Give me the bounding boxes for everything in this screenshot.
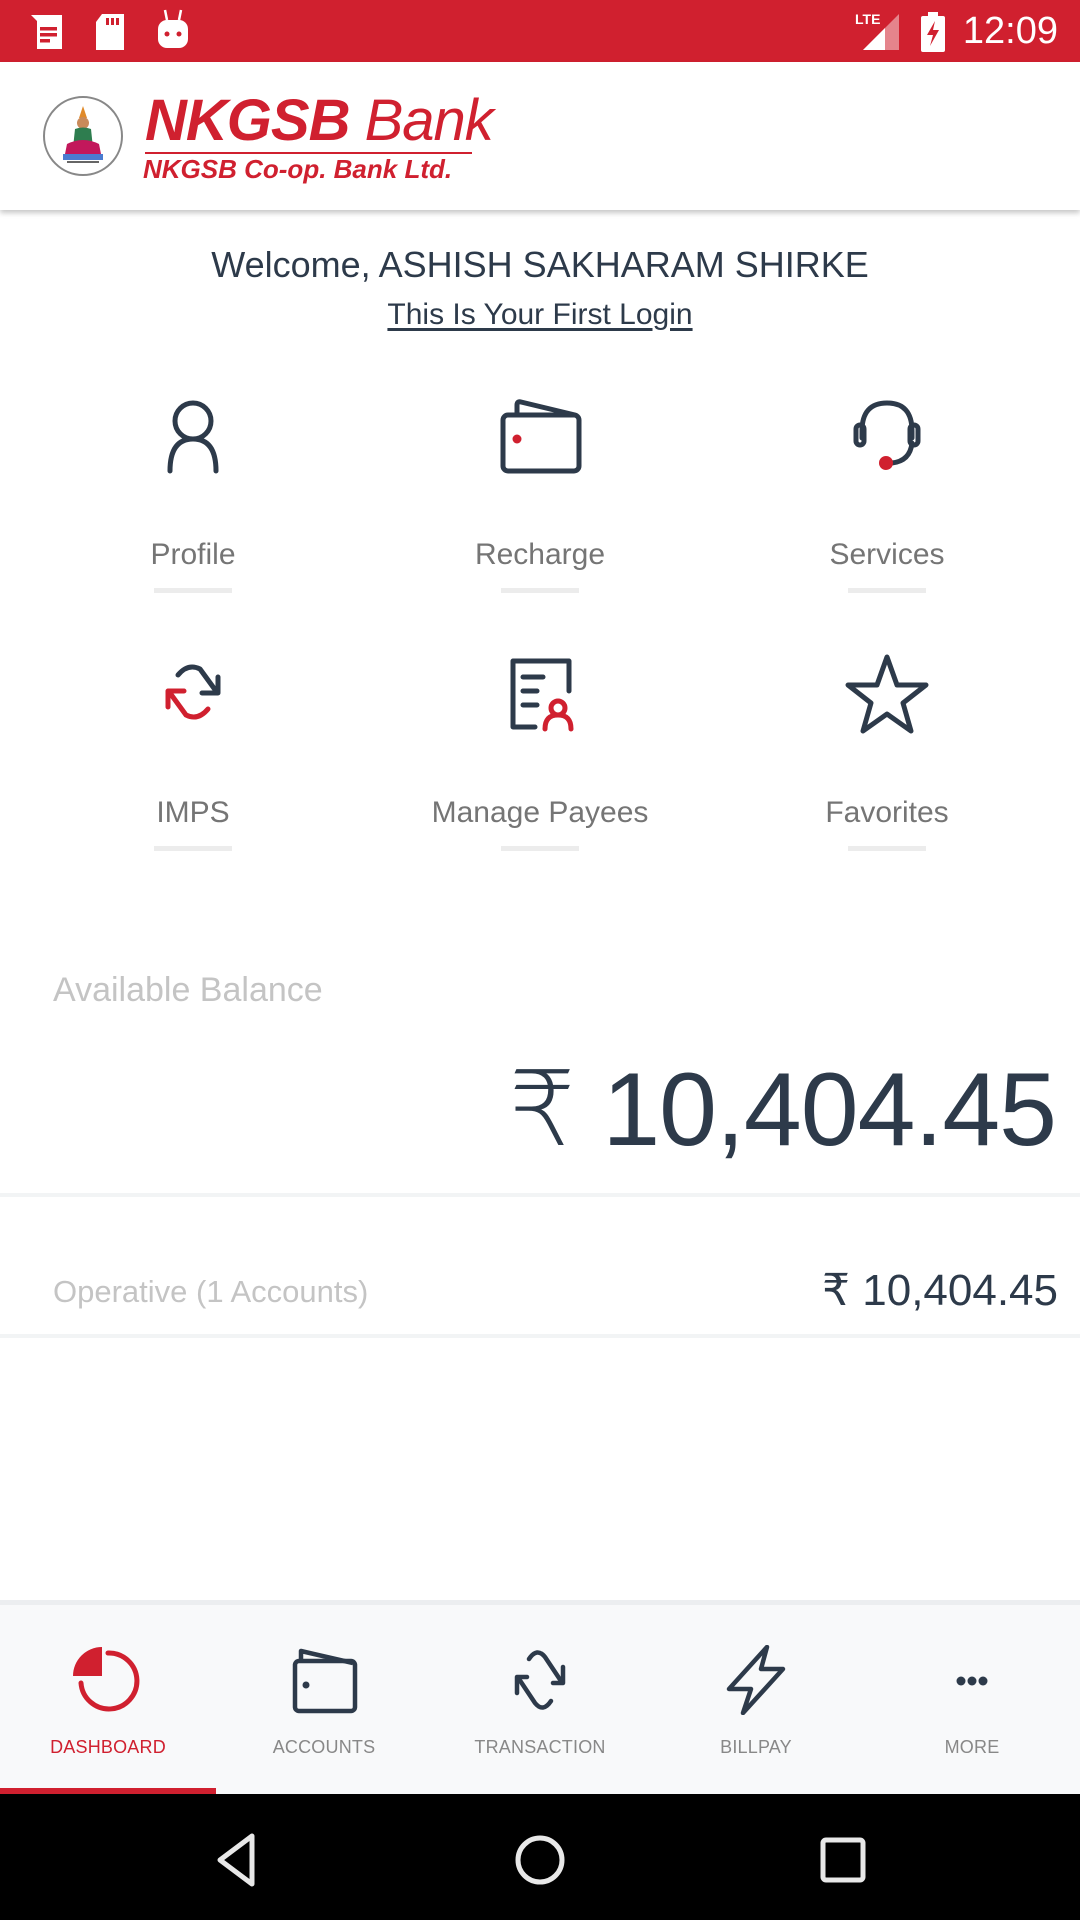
divider [0, 1334, 1080, 1338]
nav-accounts[interactable]: ACCOUNTS [216, 1605, 432, 1794]
status-bar: LTE 12:09 [0, 0, 1080, 62]
wallet-icon [495, 393, 585, 483]
tile-underline [848, 846, 926, 851]
home-icon [515, 1835, 565, 1885]
tile-underline [154, 588, 232, 593]
tile-underline [501, 846, 579, 851]
headset-icon [842, 393, 932, 483]
available-balance-label: Available Balance [53, 971, 323, 1009]
nav-label: MORE [944, 1737, 1000, 1757]
recents-icon [820, 1837, 866, 1883]
app-header: NKGSB Bank NKGSB Co-op. Bank Ltd. [0, 62, 1080, 210]
quick-action-profile[interactable]: Profile [33, 393, 353, 613]
star-icon [842, 651, 932, 741]
brand-subtitle: NKGSB Co-op. Bank Ltd. [143, 154, 453, 184]
back-icon [217, 1833, 255, 1887]
available-balance-amount: ₹ 10,404.45 [509, 1052, 1057, 1168]
back-button[interactable] [208, 1830, 268, 1890]
nav-transaction[interactable]: TRANSACTION [432, 1605, 648, 1794]
divider [0, 1193, 1080, 1197]
svg-text:LTE: LTE [855, 11, 880, 27]
nav-label: TRANSACTION [474, 1737, 606, 1757]
home-button[interactable] [510, 1830, 570, 1890]
quick-action-label: Recharge [474, 538, 606, 571]
brand-title: NKGSB Bank [145, 88, 494, 153]
android-debug-icon [155, 8, 191, 55]
pie-chart-icon [73, 1645, 143, 1715]
tile-underline [848, 588, 926, 593]
welcome-message: Welcome, ASHISH SAKHARAM SHIRKE [211, 244, 869, 285]
sd-card-icon [92, 12, 128, 57]
first-login-link[interactable]: This Is Your First Login [387, 298, 692, 331]
lte-signal-icon: LTE [855, 10, 901, 57]
quick-action-recharge[interactable]: Recharge [380, 393, 700, 613]
messaging-notification-icon [28, 12, 68, 57]
quick-action-label: Services [829, 538, 945, 571]
battery-charging-icon [920, 12, 946, 57]
nav-billpay[interactable]: BILLPAY [648, 1605, 864, 1794]
nav-more[interactable]: MORE [864, 1605, 1080, 1794]
quick-action-label: IMPS [156, 796, 230, 829]
nav-label: DASHBOARD [50, 1737, 166, 1757]
user-icon [148, 393, 238, 483]
operative-accounts-amount[interactable]: ₹ 10,404.45 [822, 1266, 1058, 1316]
quick-action-favorites[interactable]: Favorites [727, 651, 1047, 871]
quick-action-label: Profile [150, 538, 236, 571]
quick-action-imps[interactable]: IMPS [33, 651, 353, 871]
quick-action-label: Favorites [825, 796, 949, 829]
bottom-navigation: DASHBOARD ACCOUNTS TRANSACTION BILLPAY M… [0, 1600, 1080, 1794]
more-dots-icon [937, 1645, 1007, 1715]
quick-action-label: Manage Payees [431, 796, 649, 829]
system-navigation-bar [0, 1794, 1080, 1920]
nav-label: BILLPAY [720, 1737, 792, 1757]
bank-emblem-logo [43, 96, 123, 176]
operative-accounts-label[interactable]: Operative (1 Accounts) [53, 1272, 368, 1312]
quick-action-services[interactable]: Services [727, 393, 1047, 613]
tile-underline [154, 846, 232, 851]
clock: 12:09 [962, 10, 1058, 52]
lightning-icon [721, 1644, 791, 1716]
recents-button[interactable] [813, 1830, 873, 1890]
payee-list-icon [495, 651, 585, 741]
first-login-notice[interactable]: This Is Your First Login [0, 295, 1080, 335]
wallet-icon [289, 1645, 359, 1715]
exchange-icon [148, 651, 238, 741]
nav-dashboard[interactable]: DASHBOARD [0, 1605, 216, 1794]
tile-underline [501, 588, 579, 593]
refresh-arrows-icon [505, 1645, 575, 1715]
nav-label: ACCOUNTS [272, 1737, 376, 1757]
quick-action-manage-payees[interactable]: Manage Payees [380, 651, 700, 871]
